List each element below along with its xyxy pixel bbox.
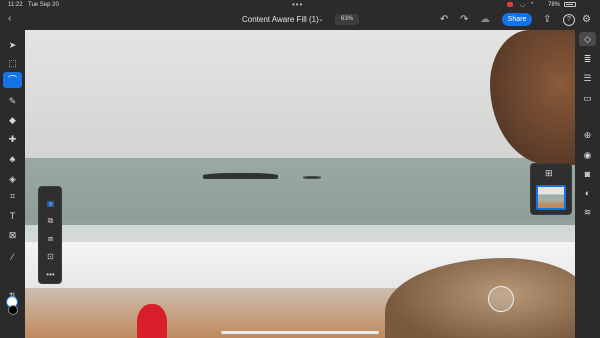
battery-icon: [564, 2, 576, 7]
brush-cursor: [488, 286, 514, 312]
type-tool-icon[interactable]: T: [3, 208, 22, 224]
document-title[interactable]: Content Aware Fill (1): [242, 15, 319, 24]
fill-icon[interactable]: ◐: [579, 186, 596, 200]
adjust-tool-icon[interactable]: ⇅: [3, 288, 22, 304]
clone-stamp-tool-icon[interactable]: ♣: [3, 151, 22, 167]
healing-tool-icon[interactable]: ✚: [3, 131, 22, 147]
distant-rock-small: [303, 176, 321, 179]
multitasking-dots-icon[interactable]: •••: [292, 0, 303, 9]
back-icon[interactable]: ‹: [8, 13, 11, 24]
adjustments-icon[interactable]: ☰: [579, 71, 596, 85]
selection-options-popover: ▣ ⧉ ⧈ ⊡ •••: [38, 186, 62, 284]
lasso-tool-icon[interactable]: ⌒: [3, 72, 22, 88]
zoom-level[interactable]: 63%: [335, 14, 359, 25]
cloud-icon[interactable]: ☁: [480, 14, 490, 26]
add-layer-icon[interactable]: ⊕: [579, 128, 596, 142]
place-image-tool-icon[interactable]: ⊠: [3, 227, 22, 243]
transform-tool-icon[interactable]: ⬚: [3, 55, 22, 71]
mask-icon[interactable]: ◙: [579, 167, 596, 181]
layers-strip: ⊞: [530, 163, 572, 215]
status-time: 11:22: [8, 2, 23, 8]
share-button[interactable]: Share: [502, 13, 532, 26]
wave-foam: [25, 225, 575, 243]
selection-add-icon[interactable]: ⧉: [44, 215, 57, 227]
export-icon[interactable]: ⇪: [543, 14, 551, 26]
background-color-swatch[interactable]: [8, 305, 18, 315]
add-layer-icon[interactable]: ⊞: [545, 168, 553, 178]
right-panel: ◇ ≣ ☰ ▭ ⊕ ◉ ◙ ◐ ≋: [575, 30, 600, 338]
settings-icon[interactable]: ⚙: [582, 14, 591, 26]
more-options-icon[interactable]: •••: [44, 269, 57, 281]
signal-icon: ◔: [530, 1, 534, 7]
app-toolbar: ‹ Content Aware Fill (1) ⌄ 63% ↶ ↷ ☁ Sha…: [0, 10, 600, 30]
status-bar: 11:22 Tue Sep 20 ••• ◡ ◔ 78%: [0, 0, 600, 10]
eyedropper-tool-icon[interactable]: ⁄: [3, 249, 22, 265]
layers-icon[interactable]: ◇: [579, 32, 596, 46]
status-date: Tue Sep 20: [28, 2, 59, 8]
visibility-icon[interactable]: ◉: [579, 148, 596, 162]
help-icon[interactable]: ?: [563, 14, 575, 26]
chevron-down-icon[interactable]: ⌄: [318, 15, 324, 23]
move-tool-icon[interactable]: ➤: [3, 37, 22, 53]
brush-tool-icon[interactable]: ✎: [3, 93, 22, 109]
eraser-tool-icon[interactable]: ◆: [3, 112, 22, 128]
redo-icon[interactable]: ↷: [460, 14, 468, 26]
layer-effects-icon[interactable]: ≋: [579, 205, 596, 219]
comments-icon[interactable]: ▭: [579, 91, 596, 105]
image-canvas[interactable]: [25, 30, 575, 338]
crop-tool-icon[interactable]: ⌗: [3, 188, 22, 204]
fill-tool-icon[interactable]: ◈: [3, 171, 22, 187]
wifi-icon: ◡: [520, 2, 526, 8]
left-toolbar: ➤ ⬚ ⌒ ✎ ◆ ✚ ♣ ◈ ⌗ T ⊠ ⁄ ⇅: [0, 30, 25, 338]
undo-icon[interactable]: ↶: [440, 14, 448, 26]
home-indicator[interactable]: [221, 331, 379, 334]
recording-indicator-icon: [507, 2, 513, 7]
layer-properties-icon[interactable]: ≣: [579, 52, 596, 66]
person-in-red-jacket: [137, 304, 167, 338]
layer-thumbnail[interactable]: [536, 185, 566, 210]
selection-new-icon[interactable]: ▣: [44, 198, 57, 210]
battery-percentage: 78%: [548, 2, 561, 8]
selection-subtract-icon[interactable]: ⧈: [44, 233, 57, 245]
selection-intersect-icon[interactable]: ⊡: [44, 251, 57, 263]
distant-rock: [203, 173, 278, 179]
